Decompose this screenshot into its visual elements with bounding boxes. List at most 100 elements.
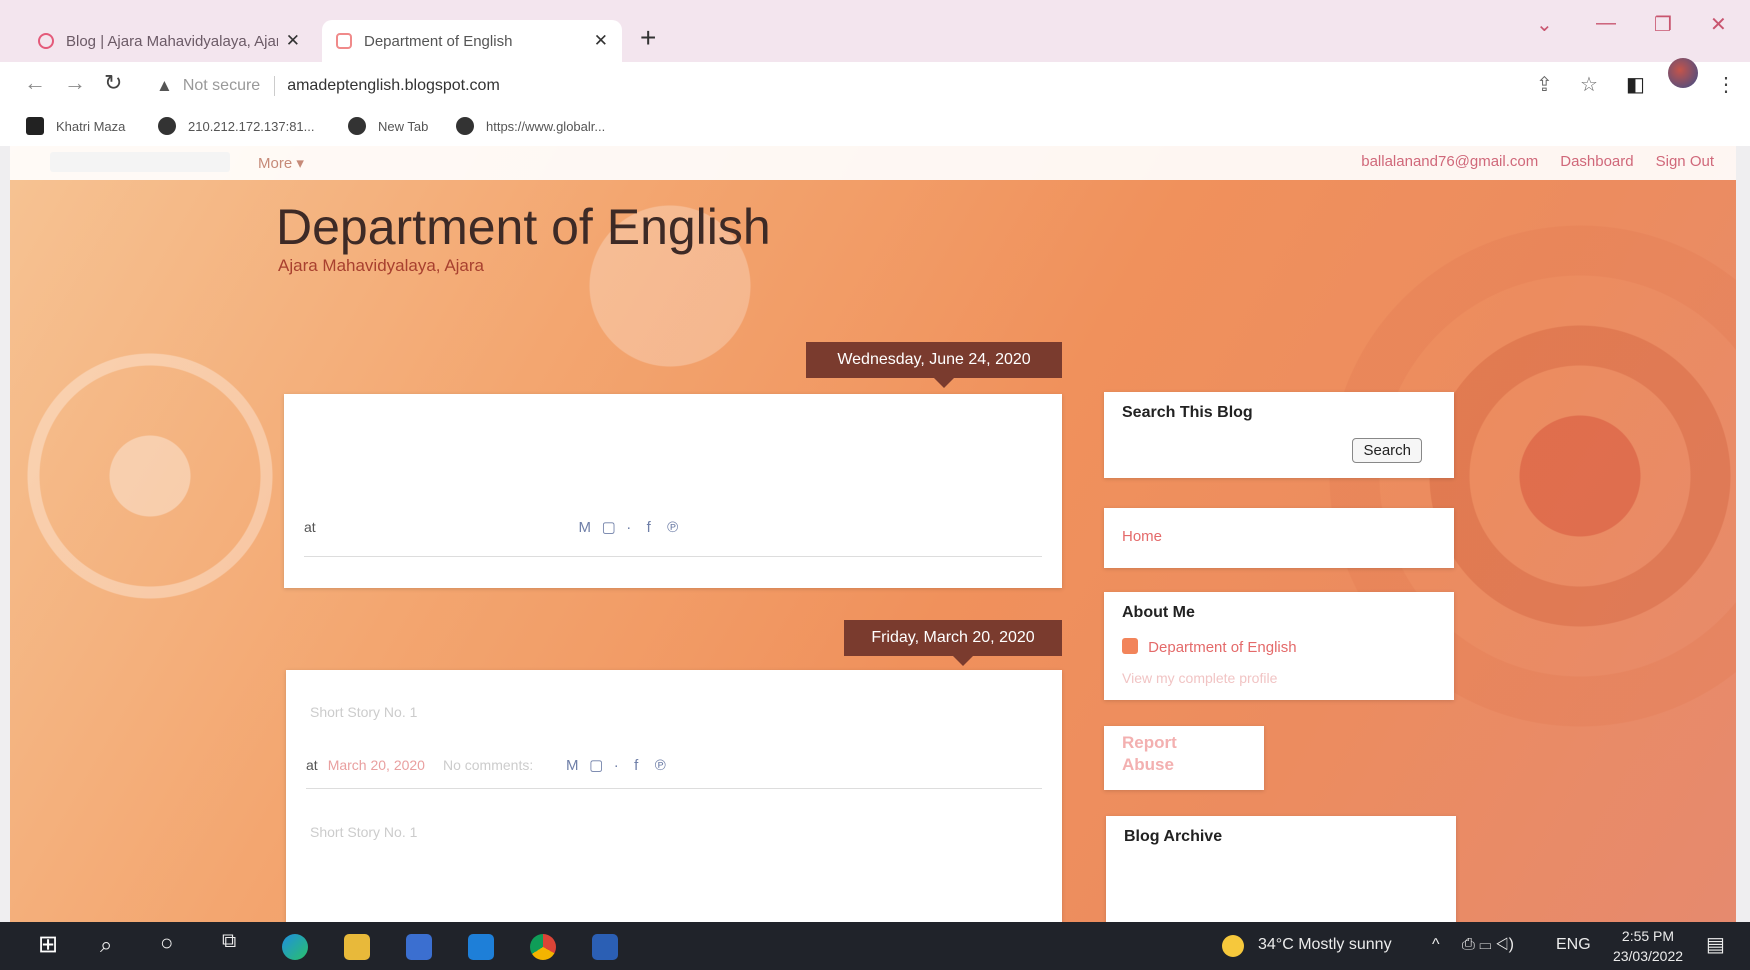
minimize-icon[interactable]: — xyxy=(1596,12,1616,35)
back-arrow-icon[interactable]: ← xyxy=(24,70,46,96)
restore-icon[interactable]: ❐ xyxy=(1654,12,1672,37)
post-divider xyxy=(304,556,1042,557)
email-share-icon[interactable]: M xyxy=(563,756,581,774)
profile-name-link[interactable]: Department of English xyxy=(1148,639,1296,656)
clock-date: 23/03/2022 xyxy=(1612,948,1684,964)
post-divider xyxy=(306,788,1042,789)
blogger-favicon-icon xyxy=(336,33,352,49)
language-indicator[interactable]: ENG xyxy=(1556,936,1591,954)
post-card: at M ▢ · f ℗ xyxy=(284,394,1062,588)
widget-title: Blog Archive xyxy=(1124,828,1223,845)
chrome-icon[interactable] xyxy=(530,934,556,960)
bookmark-label: 210.212.172.137:81... xyxy=(188,118,315,134)
reload-icon[interactable]: ↻ xyxy=(104,70,122,96)
divider xyxy=(274,76,276,96)
tab-strip: Blog | Ajara Mahavidyalaya, Ajara ✕ Depa… xyxy=(0,0,1750,62)
microsoft-store-icon[interactable] xyxy=(406,934,432,960)
dashboard-link[interactable]: Dashboard xyxy=(1560,153,1633,170)
close-tab-icon[interactable]: ✕ xyxy=(594,31,608,51)
report-abuse-line: Abuse xyxy=(1122,755,1174,774)
tab-search-chevron-icon[interactable]: ⌄ xyxy=(1536,12,1553,37)
sun-weather-icon[interactable] xyxy=(1222,935,1244,957)
post-body: Short Story No. 1 xyxy=(310,704,418,720)
profile-link-row: Department of English xyxy=(1122,638,1297,656)
globe-icon xyxy=(456,117,474,135)
task-view-icon[interactable]: ⧉ xyxy=(222,930,236,953)
cortana-icon[interactable]: ○ xyxy=(160,930,173,956)
globe-icon xyxy=(158,117,176,135)
home-link[interactable]: Home xyxy=(1122,528,1162,545)
clock[interactable]: 2:55 PM 23/03/2022 xyxy=(1608,926,1688,966)
tab-department-of-english[interactable]: Department of English ✕ xyxy=(322,20,622,62)
facebook-share-icon[interactable]: f xyxy=(627,756,645,774)
menu-kebab-icon[interactable]: ⋮ xyxy=(1716,72,1736,97)
tab-title: Blog | Ajara Mahavidyalaya, Ajara xyxy=(66,32,278,50)
widget-title: About Me xyxy=(1122,604,1195,621)
blog-this-icon[interactable]: ▢ xyxy=(587,756,605,774)
tray-system-icons[interactable]: ⎙ ▭ ◁) xyxy=(1462,936,1514,954)
date-header: Friday, March 20, 2020 xyxy=(844,620,1062,666)
windows-taskbar: ⊞ ⌕ ○ ⧉ 34°C Mostly sunny ^ ⎙ ▭ ◁) ENG 2… xyxy=(0,922,1750,970)
view-profile-link[interactable]: View my complete profile xyxy=(1122,670,1277,686)
blogger-navbar: More ▾ ballalanand76@gmail.com Dashboard… xyxy=(10,146,1736,180)
blog-title[interactable]: Department of English xyxy=(276,198,771,256)
email-share-icon[interactable]: M xyxy=(576,518,594,536)
url-text[interactable]: amadeptenglish.blogspot.com xyxy=(287,77,500,95)
facebook-share-icon[interactable]: f xyxy=(640,518,658,536)
blog-this-icon[interactable]: ▢ xyxy=(600,518,618,536)
post-timestamp-link[interactable]: March 20, 2020 xyxy=(328,757,425,773)
search-icon[interactable]: ⌕ xyxy=(100,932,112,958)
notification-icon[interactable]: ▤ xyxy=(1706,932,1725,957)
globe-icon xyxy=(348,117,366,135)
close-window-icon[interactable]: ✕ xyxy=(1710,12,1727,37)
post-comments-link[interactable]: No comments: xyxy=(443,757,533,773)
windows-start-icon[interactable]: ⊞ xyxy=(38,930,58,959)
blog-page: More ▾ ballalanand76@gmail.com Dashboard… xyxy=(10,146,1736,922)
navbar-search-input[interactable] xyxy=(50,152,230,172)
share-buttons: M ▢ · f ℗ xyxy=(563,756,669,775)
bookmark-item[interactable]: New Tab xyxy=(348,117,428,135)
address-bar[interactable]: ▲ Not secure amadeptenglish.blogspot.com xyxy=(150,69,1510,103)
post-at-label: at xyxy=(304,519,316,535)
tab-blog-ajara[interactable]: Blog | Ajara Mahavidyalaya, Ajara ✕ xyxy=(24,20,314,62)
word-icon[interactable] xyxy=(592,934,618,960)
next-post-body: Short Story No. 1 xyxy=(310,824,418,840)
side-panel-icon[interactable]: ◧ xyxy=(1626,72,1645,97)
file-explorer-icon[interactable] xyxy=(344,934,370,960)
pinterest-share-icon[interactable]: ℗ xyxy=(651,756,669,774)
share-buttons: M ▢ · f ℗ xyxy=(576,518,682,537)
report-abuse-link[interactable]: Report Abuse xyxy=(1122,732,1177,776)
close-tab-icon[interactable]: ✕ xyxy=(286,31,300,51)
bookmark-item[interactable]: https://www.globalr... xyxy=(456,117,605,135)
new-tab-button[interactable]: + xyxy=(640,22,656,54)
bookmark-label: Khatri Maza xyxy=(56,118,126,134)
bookmark-item[interactable]: Khatri Maza xyxy=(26,117,125,135)
bookmark-star-icon[interactable]: ☆ xyxy=(1580,72,1598,97)
bookmark-item[interactable]: 210.212.172.137:81... xyxy=(158,117,315,135)
twitter-share-icon[interactable]: · xyxy=(611,756,621,774)
sign-out-link[interactable]: Sign Out xyxy=(1656,153,1714,170)
security-label[interactable]: Not secure xyxy=(183,77,260,95)
search-button[interactable]: Search xyxy=(1352,438,1422,463)
browser-toolbar: ← → ↻ ▲ Not secure amadeptenglish.blogsp… xyxy=(0,62,1750,110)
twitter-share-icon[interactable]: · xyxy=(624,518,634,536)
warning-triangle-icon[interactable]: ▲ xyxy=(156,76,173,96)
weather-text[interactable]: 34°C Mostly sunny xyxy=(1258,936,1392,954)
forward-arrow-icon[interactable]: → xyxy=(64,70,86,96)
share-icon[interactable]: ⇪ xyxy=(1536,72,1553,97)
post-footer: at M ▢ · f ℗ xyxy=(304,518,682,537)
pinterest-share-icon[interactable]: ℗ xyxy=(664,518,682,536)
navbar-account-links: ballalanand76@gmail.com Dashboard Sign O… xyxy=(1361,153,1714,170)
opera-favicon-icon xyxy=(38,33,54,49)
blogger-icon xyxy=(1122,638,1138,654)
report-abuse-widget: Report Abuse xyxy=(1104,726,1264,790)
about-me-widget: About Me Department of English View my c… xyxy=(1104,592,1454,700)
khatri-maza-icon xyxy=(26,117,44,135)
mail-icon[interactable] xyxy=(468,934,494,960)
account-email[interactable]: ballalanand76@gmail.com xyxy=(1361,153,1538,170)
edge-icon[interactable] xyxy=(282,934,308,960)
profile-avatar[interactable] xyxy=(1668,58,1698,88)
blog-archive-widget: Blog Archive xyxy=(1106,816,1456,922)
navbar-more-menu[interactable]: More ▾ xyxy=(258,154,304,172)
tray-chevron-up-icon[interactable]: ^ xyxy=(1432,936,1440,954)
